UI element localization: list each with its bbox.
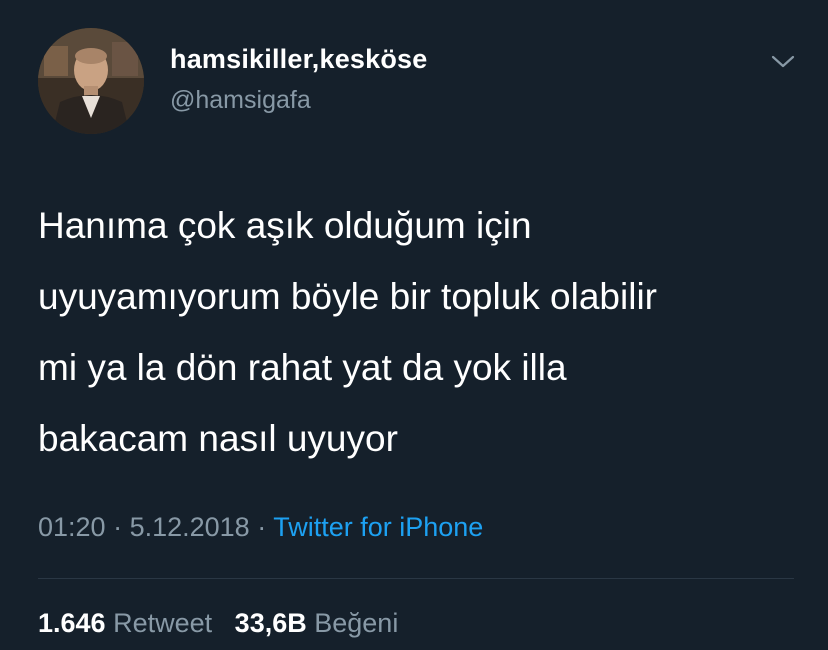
- tweet-text: Hanıma çok aşık olduğum için uyuyamıyoru…: [38, 205, 657, 459]
- tweet-date[interactable]: 5.12.2018: [130, 512, 250, 542]
- user-avatar-photo-icon: [38, 28, 144, 134]
- meta-separator: ·: [249, 512, 274, 542]
- retweets-stat[interactable]: 1.646 Retweet: [38, 608, 212, 638]
- tweet-card: hamsikiller,kesköse @hamsigafa Hanıma ço…: [0, 0, 828, 650]
- tweet-source-link[interactable]: Twitter for iPhone: [273, 512, 483, 542]
- meta-separator: ·: [105, 512, 130, 542]
- retweets-label: Retweet: [113, 608, 213, 638]
- user-handle[interactable]: @hamsigafa: [170, 86, 311, 115]
- likes-stat[interactable]: 33,6B Beğeni: [235, 608, 399, 638]
- retweets-count: 1.646: [38, 608, 106, 638]
- avatar[interactable]: [38, 28, 144, 134]
- likes-count: 33,6B: [234, 608, 307, 638]
- tweet-stats: 1.646 Retweet 33,6B Beğeni: [38, 608, 398, 639]
- chevron-down-icon[interactable]: [768, 50, 798, 72]
- tweet-time[interactable]: 01:20: [38, 512, 106, 542]
- display-name[interactable]: hamsikiller,kesköse: [170, 44, 427, 75]
- likes-label: Beğeni: [314, 608, 399, 638]
- divider: [38, 578, 794, 579]
- tweet-meta: 01:20 · 5.12.2018 · Twitter for iPhone: [38, 512, 483, 543]
